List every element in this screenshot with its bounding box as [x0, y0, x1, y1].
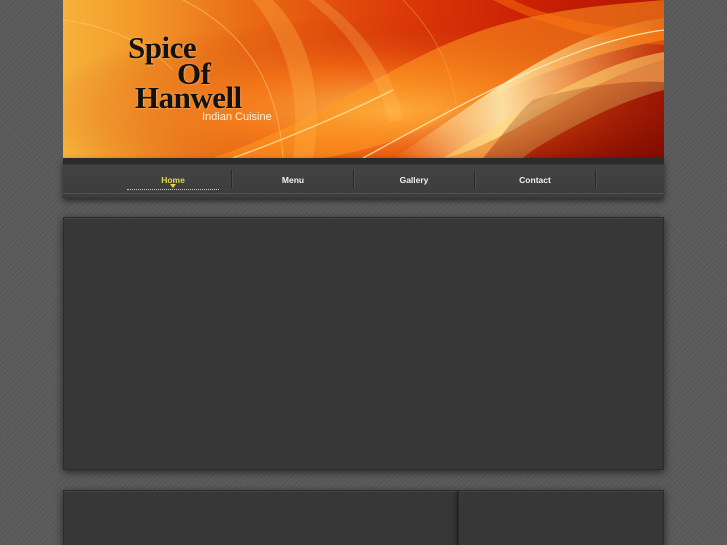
active-caret-icon [170, 184, 176, 188]
site-logo[interactable]: Spice Of Hanwell Indian Cuisine [125, 30, 275, 130]
nav-separator [595, 170, 596, 188]
header-banner: Spice Of Hanwell Indian Cuisine [63, 0, 664, 158]
nav-separator [474, 170, 475, 188]
main-nav-bar: Home Menu Gallery Contact [63, 158, 664, 198]
nav-item-label: Contact [519, 175, 551, 185]
logo-tagline: Indian Cuisine [202, 111, 272, 123]
nav-separator [231, 170, 232, 188]
footer-right-panel [458, 490, 664, 545]
nav-item-menu[interactable]: Menu [248, 174, 338, 190]
nav-item-gallery[interactable]: Gallery [369, 174, 459, 190]
nav-item-home[interactable]: Home [127, 174, 219, 190]
nav-divider-line [63, 193, 664, 194]
nav-item-label: Menu [281, 175, 305, 185]
nav-item-label: Gallery [399, 175, 429, 185]
nav-item-contact[interactable]: Contact [490, 174, 580, 190]
logo-text-line3: Hanwell [135, 80, 242, 115]
main-content-panel [63, 217, 664, 470]
active-underline [127, 189, 219, 190]
footer-left-panel [63, 490, 458, 545]
nav-separator [353, 170, 354, 188]
